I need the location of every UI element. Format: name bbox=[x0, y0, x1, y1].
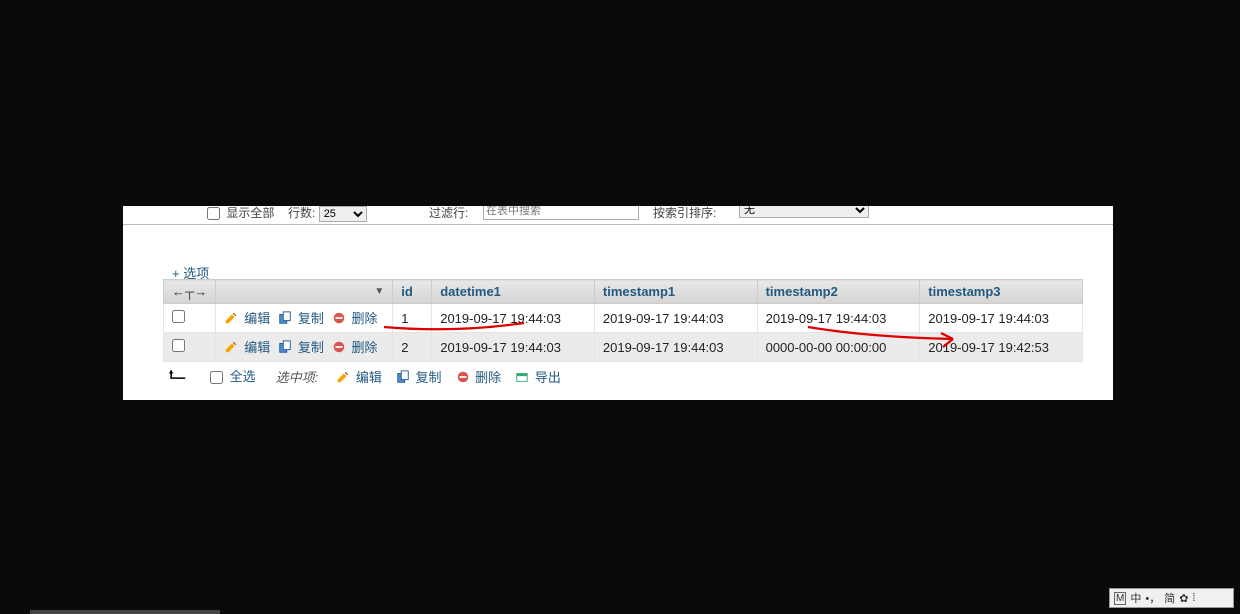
col-datetime1[interactable]: datetime1 bbox=[432, 280, 595, 304]
cell-id: 1 bbox=[393, 304, 432, 333]
bulk-delete-link[interactable]: 删除 bbox=[475, 370, 501, 385]
show-all-label: 显示全部 bbox=[226, 206, 274, 220]
select-all-checkbox[interactable] bbox=[210, 371, 223, 384]
ime-lang-zhong: 中 bbox=[1130, 590, 1141, 606]
row-count-label: 行数: bbox=[288, 206, 315, 220]
show-all-checkbox[interactable] bbox=[207, 207, 220, 220]
cell-timestamp2: 2019-09-17 19:44:03 bbox=[757, 304, 920, 333]
bulk-copy-link[interactable]: 复制 bbox=[416, 370, 442, 385]
row-count-control: 行数: 25 bbox=[288, 206, 367, 222]
cell-timestamp1: 2019-09-17 19:44:03 bbox=[594, 304, 757, 333]
row-count-select[interactable]: 25 bbox=[319, 206, 367, 222]
ime-punct-icon: •， bbox=[1145, 590, 1160, 606]
delete-icon bbox=[456, 370, 470, 387]
sort-by-index-label: 按索引排序: bbox=[653, 206, 716, 221]
edit-row-link[interactable]: 编辑 bbox=[240, 340, 274, 355]
cell-timestamp3: 2019-09-17 19:44:03 bbox=[920, 304, 1083, 333]
show-all-control: 显示全部 bbox=[203, 206, 274, 223]
copy-icon bbox=[278, 340, 292, 357]
delete-row-link[interactable]: 删除 bbox=[348, 311, 382, 326]
ime-status-bar[interactable]: M 中 •， 简 ✿ ⁞ bbox=[1109, 588, 1234, 608]
bulk-export-link[interactable]: 导出 bbox=[535, 370, 561, 385]
phpmyadmin-panel: 显示全部 行数: 25 过滤行: 按索引排序: 无 + 选项 ←┬→ bbox=[123, 206, 1113, 400]
col-id[interactable]: id bbox=[393, 280, 432, 304]
edit-row-link[interactable]: 编辑 bbox=[240, 311, 274, 326]
sort-dropdown-icon[interactable]: ▼ bbox=[374, 286, 384, 297]
bulk-edit-link[interactable]: 编辑 bbox=[356, 370, 382, 385]
pencil-icon bbox=[224, 340, 238, 357]
export-icon bbox=[515, 370, 529, 387]
cell-id: 2 bbox=[393, 333, 432, 362]
sort-by-index-select[interactable]: 无 bbox=[739, 206, 869, 218]
select-all-link[interactable]: 全选 bbox=[230, 369, 256, 384]
cell-datetime1: 2019-09-17 19:44:03 bbox=[432, 304, 595, 333]
delete-icon bbox=[332, 340, 346, 357]
col-timestamp1[interactable]: timestamp1 bbox=[594, 280, 757, 304]
cell-timestamp3: 2019-09-17 19:42:53 bbox=[920, 333, 1083, 362]
delete-row-link[interactable]: 删除 bbox=[348, 340, 382, 355]
ime-simplified: 简 bbox=[1164, 590, 1175, 606]
col-timestamp2[interactable]: timestamp2 bbox=[757, 280, 920, 304]
table-row: 编辑 复制 删除 2 2019-09-17 19:44:03 2019-09-1… bbox=[164, 333, 1083, 362]
pencil-icon bbox=[336, 370, 350, 387]
results-table: ←┬→ ▼ id datetime1 timestamp1 timestamp2… bbox=[163, 279, 1083, 362]
cell-timestamp2: 0000-00-00 00:00:00 bbox=[757, 333, 920, 362]
selected-items-label: 选中项: bbox=[276, 367, 319, 386]
filter-rows-input[interactable] bbox=[483, 206, 639, 220]
ime-handle-icon[interactable]: ⁞ bbox=[1192, 592, 1195, 604]
copy-row-link[interactable]: 复制 bbox=[294, 311, 328, 326]
row-checkbox[interactable] bbox=[172, 339, 185, 352]
col-checkbox: ←┬→ bbox=[164, 280, 216, 304]
filter-rows-label: 过滤行: bbox=[429, 206, 468, 221]
copy-row-link[interactable]: 复制 bbox=[294, 340, 328, 355]
copy-icon bbox=[278, 311, 292, 328]
copy-icon bbox=[396, 370, 410, 387]
arrow-left-t-right: ←┬→ bbox=[172, 284, 207, 299]
pencil-icon bbox=[224, 311, 238, 328]
row-checkbox[interactable] bbox=[172, 310, 185, 323]
ime-gear-icon: ✿ bbox=[1179, 592, 1188, 605]
cell-timestamp1: 2019-09-17 19:44:03 bbox=[594, 333, 757, 362]
controls-bar: 显示全部 行数: 25 过滤行: 按索引排序: 无 bbox=[123, 206, 1113, 225]
ime-mode-m: M bbox=[1114, 592, 1126, 605]
table-row: 编辑 复制 删除 1 2019-09-17 19:44:03 2019-09-1… bbox=[164, 304, 1083, 333]
cell-datetime1: 2019-09-17 19:44:03 bbox=[432, 333, 595, 362]
col-timestamp3[interactable]: timestamp3 bbox=[920, 280, 1083, 304]
bulk-actions-bar: 全选 选中项: 编辑 复制 删除 导出 bbox=[168, 366, 561, 387]
col-actions: ▼ bbox=[216, 280, 393, 304]
select-arrow-icon bbox=[168, 368, 190, 385]
taskbar-fragment bbox=[30, 610, 220, 614]
delete-icon bbox=[332, 311, 346, 328]
